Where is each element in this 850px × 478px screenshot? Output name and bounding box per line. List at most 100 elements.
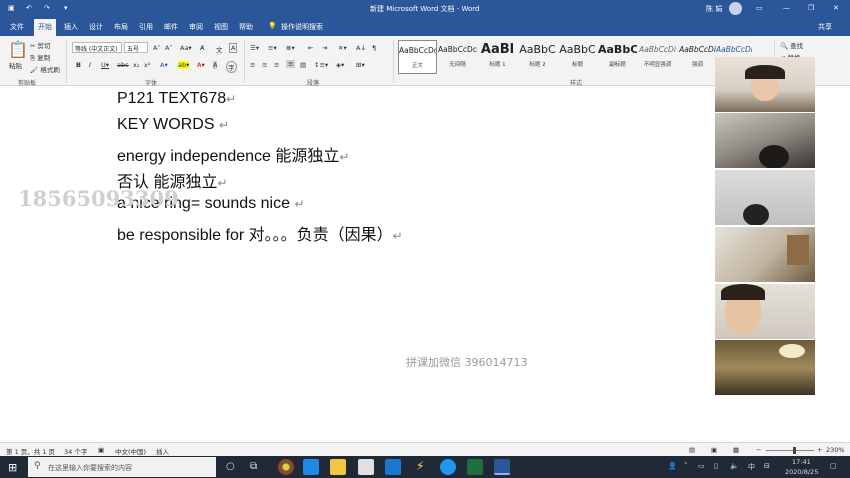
- people-icon[interactable]: 👤: [668, 462, 677, 470]
- style-title[interactable]: AaBbC 标题: [558, 40, 597, 74]
- style-subtitle[interactable]: AaBbC 副标题: [598, 40, 637, 74]
- font-color-icon[interactable]: A▾: [197, 61, 205, 69]
- tab-references[interactable]: 引用: [139, 22, 153, 32]
- share-button[interactable]: 共享: [818, 22, 832, 32]
- line-spacing-icon[interactable]: ↕≡▾: [314, 61, 328, 69]
- insert-mode[interactable]: 插入: [156, 446, 169, 456]
- style-heading-2[interactable]: AaBbC 标题 2: [518, 40, 557, 74]
- zoom-in-icon[interactable]: +: [817, 446, 822, 454]
- paste-button[interactable]: 粘贴: [9, 60, 22, 70]
- align-right-icon[interactable]: ≡: [274, 61, 279, 69]
- distributed-icon[interactable]: ▤: [300, 61, 306, 69]
- notification-icon[interactable]: ▢: [830, 462, 837, 470]
- tab-view[interactable]: 视图: [214, 22, 228, 32]
- cortana-icon[interactable]: ○: [226, 461, 235, 472]
- strikethrough-button[interactable]: abc: [117, 61, 129, 69]
- style-heading-1[interactable]: AaBl 标题 1: [478, 40, 517, 74]
- tab-insert[interactable]: 插入: [64, 22, 78, 32]
- video-tile-4[interactable]: [715, 227, 815, 282]
- shrink-font-icon[interactable]: A˅: [165, 44, 173, 52]
- char-border-icon[interactable]: A: [229, 43, 238, 53]
- justify-icon[interactable]: ≡: [286, 60, 296, 68]
- numbering-icon[interactable]: ≡▾: [268, 44, 277, 52]
- tab-help[interactable]: 帮助: [239, 22, 253, 32]
- volume-icon[interactable]: 🔈: [730, 462, 739, 470]
- network-icon[interactable]: ▭: [698, 462, 705, 470]
- change-case-icon[interactable]: Aa▾: [180, 44, 192, 52]
- video-tile-1[interactable]: [715, 57, 815, 112]
- grow-font-icon[interactable]: A˄: [153, 44, 161, 52]
- doc-line[interactable]: P121 TEXT678↵: [117, 90, 236, 108]
- browser-icon[interactable]: [278, 459, 294, 475]
- format-painter-button[interactable]: 🖌 格式刷: [30, 64, 60, 74]
- avatar[interactable]: [729, 2, 742, 15]
- customize-icon[interactable]: ▾: [64, 4, 68, 12]
- style-no-spacing[interactable]: AaBbCcDc 无间隔: [438, 40, 477, 74]
- web-layout-icon[interactable]: ▦: [733, 446, 739, 454]
- tab-home[interactable]: 开始: [34, 19, 56, 36]
- sort-icon[interactable]: A↓: [356, 44, 366, 52]
- zoom-level[interactable]: 230%: [826, 446, 845, 454]
- video-tile-6[interactable]: [715, 340, 815, 395]
- tab-mailings[interactable]: 邮件: [164, 22, 178, 32]
- tab-review[interactable]: 审阅: [189, 22, 203, 32]
- highlight-icon[interactable]: ab▾: [178, 61, 190, 69]
- save-icon[interactable]: ▣: [8, 4, 15, 12]
- clock-time[interactable]: 17:41: [792, 458, 811, 466]
- store-icon[interactable]: [358, 459, 374, 475]
- proofing-icon[interactable]: ▣: [98, 446, 104, 454]
- copy-button[interactable]: ⎘ 复制: [30, 52, 50, 63]
- cut-button[interactable]: ✂ 剪切: [30, 40, 51, 50]
- undo-icon[interactable]: ↶: [26, 4, 32, 12]
- ribbon-display-icon[interactable]: ▭: [756, 4, 763, 12]
- ime-indicator[interactable]: 中: [748, 462, 755, 472]
- char-shading-icon[interactable]: A: [213, 61, 218, 69]
- clear-format-icon[interactable]: A̸: [200, 44, 204, 52]
- print-layout-icon[interactable]: ▣: [711, 446, 717, 454]
- task-view-icon[interactable]: ⧉: [250, 461, 257, 472]
- taskbar-search-box[interactable]: ⚲ 在这里输入你要搜索的内容: [28, 457, 216, 477]
- superscript-button[interactable]: x²: [144, 61, 150, 69]
- video-tile-3[interactable]: [715, 170, 815, 225]
- multilevel-list-icon[interactable]: ≣▾: [286, 44, 295, 52]
- enclose-char-icon[interactable]: 字: [226, 61, 237, 73]
- style-emphasis[interactable]: AaBbCcDi 强调: [678, 40, 717, 74]
- close-icon[interactable]: ✕: [833, 4, 839, 12]
- user-name[interactable]: 陈 娟: [706, 4, 722, 14]
- tab-design[interactable]: 设计: [89, 22, 103, 32]
- maximize-icon[interactable]: ❐: [808, 4, 814, 12]
- align-left-icon[interactable]: ≡: [250, 61, 255, 69]
- page-count[interactable]: 第 1 页，共 1 页: [6, 446, 55, 456]
- increase-indent-icon[interactable]: ⇥: [322, 44, 327, 52]
- video-tile-2[interactable]: [715, 113, 815, 168]
- thunder-icon[interactable]: ⚡: [416, 459, 424, 473]
- file-explorer-icon[interactable]: [330, 459, 346, 475]
- bold-button[interactable]: B: [76, 61, 81, 69]
- underline-button[interactable]: U▾: [101, 61, 109, 69]
- align-center-icon[interactable]: ≡: [262, 61, 267, 69]
- subscript-button[interactable]: x₂: [133, 61, 139, 69]
- word-count[interactable]: 34 个字: [64, 446, 87, 456]
- style-normal[interactable]: AaBbCcDc 正文: [398, 40, 437, 74]
- doc-line[interactable]: energy independence 能源独立↵: [117, 142, 349, 166]
- italic-button[interactable]: I: [89, 61, 91, 69]
- word-icon[interactable]: [494, 459, 510, 475]
- bullets-icon[interactable]: ☰▾: [250, 44, 259, 52]
- paste-icon[interactable]: 📋: [8, 40, 28, 59]
- video-tile-5[interactable]: [715, 284, 815, 339]
- shading-icon[interactable]: ◈▾: [336, 61, 344, 69]
- minimize-icon[interactable]: —: [783, 4, 790, 12]
- ime-mode-icon[interactable]: ⊟: [764, 462, 770, 470]
- style-subtle-emphasis[interactable]: AaBbCcDi 不明显强调: [638, 40, 677, 74]
- chinese-layout-icon[interactable]: ✕▾: [338, 44, 347, 52]
- tab-layout[interactable]: 布局: [114, 22, 128, 32]
- tab-file[interactable]: 文件: [10, 22, 24, 32]
- zoom-out-icon[interactable]: −: [756, 446, 761, 454]
- doc-line[interactable]: be responsible for 对。。。负责（因果）↵: [117, 221, 403, 245]
- mail-icon[interactable]: [385, 459, 401, 475]
- font-name-dropdown[interactable]: 等线 (中文正文): [72, 42, 122, 53]
- find-button[interactable]: 🔍 查找: [780, 40, 803, 50]
- show-marks-icon[interactable]: ¶: [372, 44, 376, 52]
- zoom-slider[interactable]: [766, 450, 814, 451]
- windows-start-icon[interactable]: ⊞: [8, 461, 17, 474]
